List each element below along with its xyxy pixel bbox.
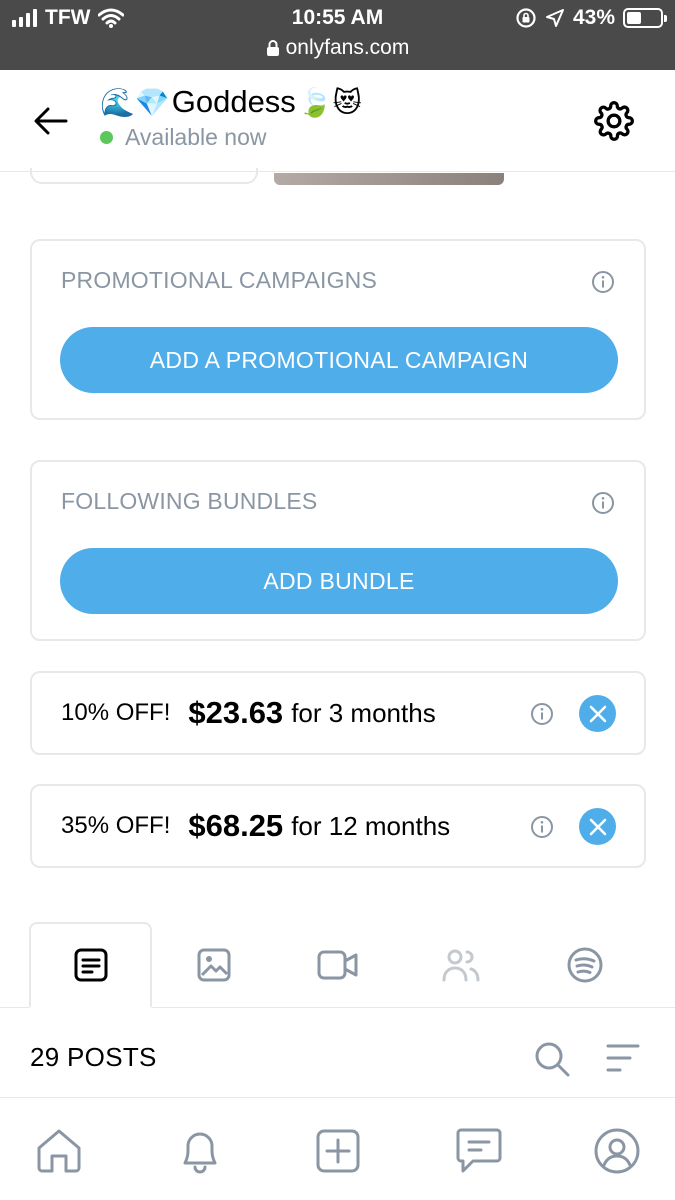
bundle-item: 35% OFF! $68.25 for 12 months [30, 784, 646, 868]
bundle-discount: 35% OFF! [61, 812, 171, 839]
spotify-icon [567, 947, 602, 983]
photo-icon [197, 948, 230, 982]
settings-button[interactable] [591, 98, 637, 144]
following-bundles-title: FOLLOWING BUNDLES [61, 488, 318, 514]
availability-status: Available now [100, 124, 362, 151]
promotional-campaigns-card: PROMOTIONAL CAMPAIGNS ADD A PROMOTIONAL … [30, 239, 646, 420]
location-icon [545, 9, 564, 27]
bell-icon [183, 1132, 217, 1174]
arrow-left-icon [34, 107, 68, 135]
following-bundles-card: FOLLOWING BUNDLES ADD BUNDLE [30, 460, 646, 641]
scrolled-card-edge [30, 168, 258, 184]
bundle-period: for 12 months [291, 810, 451, 841]
home-icon [37, 1129, 81, 1173]
tab-friends[interactable] [399, 922, 522, 1008]
info-icon[interactable] [529, 701, 555, 727]
address-bar[interactable]: onlyfans.com [0, 36, 675, 60]
sort-posts-button[interactable] [604, 1042, 642, 1079]
promotional-campaigns-title: PROMOTIONAL CAMPAIGNS [61, 267, 378, 293]
tab-photos[interactable] [152, 922, 275, 1008]
nav-add-post[interactable] [312, 1125, 364, 1177]
search-posts-button[interactable] [533, 1040, 571, 1083]
info-icon[interactable] [590, 269, 616, 295]
posts-bar: 29 POSTS [0, 1008, 675, 1098]
online-dot [100, 131, 113, 144]
nav-notifications[interactable] [174, 1125, 226, 1177]
battery-icon [623, 8, 667, 28]
bundle-item: 10% OFF! $23.63 for 3 months [30, 671, 646, 755]
info-icon[interactable] [590, 490, 616, 516]
posts-icon [74, 948, 107, 982]
sort-icon [606, 1044, 640, 1072]
name-text: Goddess [171, 84, 296, 119]
video-icon [317, 950, 357, 980]
availability-text: Available now [125, 124, 267, 150]
add-bundle-button[interactable]: ADD BUNDLE [60, 548, 618, 614]
status-bar: TFW 10:55 AM onlyfans.com 43% [0, 0, 675, 70]
bottom-navigation [0, 1099, 675, 1200]
bundle-price: $68.25 [188, 808, 284, 843]
bundle-description: 10% OFF! $23.63 for 3 months [61, 673, 436, 753]
users-icon [442, 949, 479, 982]
posts-count: 29 POSTS [30, 1042, 157, 1072]
profile-icon [594, 1128, 640, 1174]
tab-posts[interactable] [29, 922, 152, 1008]
bundle-description: 35% OFF! $68.25 for 12 months [61, 786, 450, 866]
bundle-price: $23.63 [188, 695, 284, 730]
tab-videos[interactable] [276, 922, 399, 1008]
profile-header: 🌊💎 Goddess 🍃😻 Available now [0, 70, 675, 172]
remove-bundle-button[interactable] [579, 808, 616, 845]
name-emoji-prefix: 🌊💎 [100, 86, 170, 118]
profile-name[interactable]: 🌊💎 Goddess 🍃😻 [100, 84, 362, 120]
status-bar-right: 43% [515, 6, 667, 30]
lock-icon [266, 40, 279, 56]
close-icon [589, 705, 606, 722]
remove-bundle-button[interactable] [579, 695, 616, 732]
rotation-lock-icon [516, 8, 536, 28]
profile-title: 🌊💎 Goddess 🍃😻 Available now [100, 84, 362, 151]
content-tabs [0, 922, 675, 1008]
bundle-discount: 10% OFF! [61, 699, 171, 726]
gear-icon [594, 101, 634, 141]
messages-icon [456, 1128, 502, 1173]
back-button[interactable] [30, 100, 72, 142]
add-promotional-campaign-button[interactable]: ADD A PROMOTIONAL CAMPAIGN [60, 327, 618, 393]
name-emoji-suffix: 🍃😻 [297, 86, 362, 118]
tab-spotify[interactable] [523, 922, 646, 1008]
search-icon [535, 1042, 570, 1077]
info-icon[interactable] [529, 814, 555, 840]
nav-messages[interactable] [453, 1125, 505, 1177]
scrolled-image-edge [274, 173, 504, 185]
add-post-icon [316, 1129, 360, 1173]
nav-home[interactable] [33, 1125, 85, 1177]
url-text: onlyfans.com [285, 36, 410, 59]
close-icon [589, 818, 606, 835]
battery-percent: 43% [572, 6, 615, 29]
nav-profile[interactable] [591, 1125, 643, 1177]
bundle-period: for 3 months [291, 697, 436, 728]
